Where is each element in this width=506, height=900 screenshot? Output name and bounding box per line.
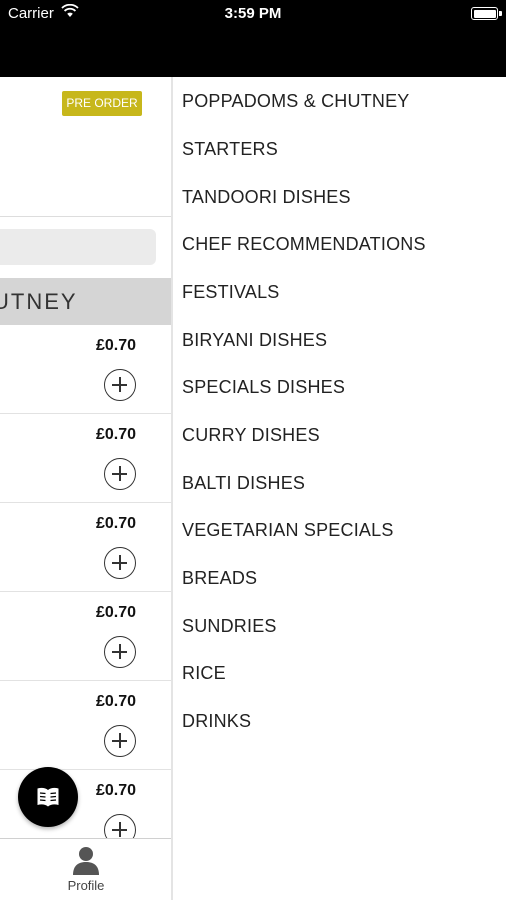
- item-price: £0.70: [96, 604, 137, 621]
- menu-category-sundries[interactable]: SUNDRIES: [182, 616, 277, 637]
- item-price: £0.70: [96, 693, 137, 710]
- menu-category-balti[interactable]: BALTI DISHES: [182, 473, 305, 494]
- menu-category-curry[interactable]: CURRY DISHES: [182, 425, 320, 446]
- clock: 3:59 PM: [224, 5, 282, 22]
- menu-category-vegetarian[interactable]: VEGETARIAN SPECIALS: [182, 520, 394, 541]
- item-price: £0.70: [96, 426, 137, 443]
- tab-bar: Profile: [0, 838, 171, 900]
- item-price: £0.70: [96, 337, 137, 354]
- menu-item-row: £0.70: [0, 414, 171, 503]
- menu-category-rice[interactable]: RICE: [182, 663, 226, 684]
- add-circle-icon[interactable]: [104, 636, 136, 668]
- item-price: £0.70: [96, 515, 137, 532]
- menu-category-chef-recommendations[interactable]: CHEF RECOMMENDATIONS: [182, 234, 426, 255]
- menu-category-drinks[interactable]: DRINKS: [182, 711, 251, 732]
- menu-category-poppadoms[interactable]: POPPADOMS & CHUTNEY: [182, 91, 410, 112]
- menu-item-row: £0.70: [0, 681, 171, 770]
- menu-category-tandoori[interactable]: TANDOORI DISHES: [182, 187, 351, 208]
- menu-item-row: £0.70: [0, 325, 171, 414]
- category-header: UTNEY: [0, 278, 171, 325]
- pre-order-badge[interactable]: PRE ORDER: [62, 91, 142, 116]
- menu-category-specials[interactable]: SPECIALS DISHES: [182, 377, 345, 398]
- tab-profile[interactable]: Profile: [55, 841, 117, 897]
- add-circle-icon[interactable]: [104, 725, 136, 757]
- add-circle-icon[interactable]: [104, 369, 136, 401]
- menu-category-starters[interactable]: STARTERS: [182, 139, 278, 160]
- app-header: [0, 28, 506, 77]
- tab-profile-label: Profile: [67, 878, 105, 893]
- add-circle-icon[interactable]: [104, 547, 136, 579]
- restaurant-info-area: PRE ORDER: [0, 77, 171, 217]
- add-circle-icon[interactable]: [104, 458, 136, 490]
- battery-icon: [471, 7, 502, 20]
- menu-category-biryani[interactable]: BIRYANI DISHES: [182, 330, 327, 351]
- menu-book-button[interactable]: [18, 767, 78, 827]
- menu-category-festivals[interactable]: FESTIVALS: [182, 282, 280, 303]
- category-side-menu: POPPADOMS & CHUTNEY STARTERS TANDOORI DI…: [173, 77, 506, 900]
- menu-category-breads[interactable]: BREADS: [182, 568, 257, 589]
- status-bar: Carrier 3:59 PM: [0, 0, 506, 28]
- category-title: UTNEY: [0, 289, 78, 314]
- profile-icon: [71, 845, 101, 875]
- menu-book-icon: [37, 787, 59, 807]
- search-input[interactable]: [0, 229, 156, 265]
- item-price: £0.70: [96, 782, 137, 799]
- menu-item-row: £0.70: [0, 592, 171, 681]
- menu-item-row: £0.70: [0, 503, 171, 592]
